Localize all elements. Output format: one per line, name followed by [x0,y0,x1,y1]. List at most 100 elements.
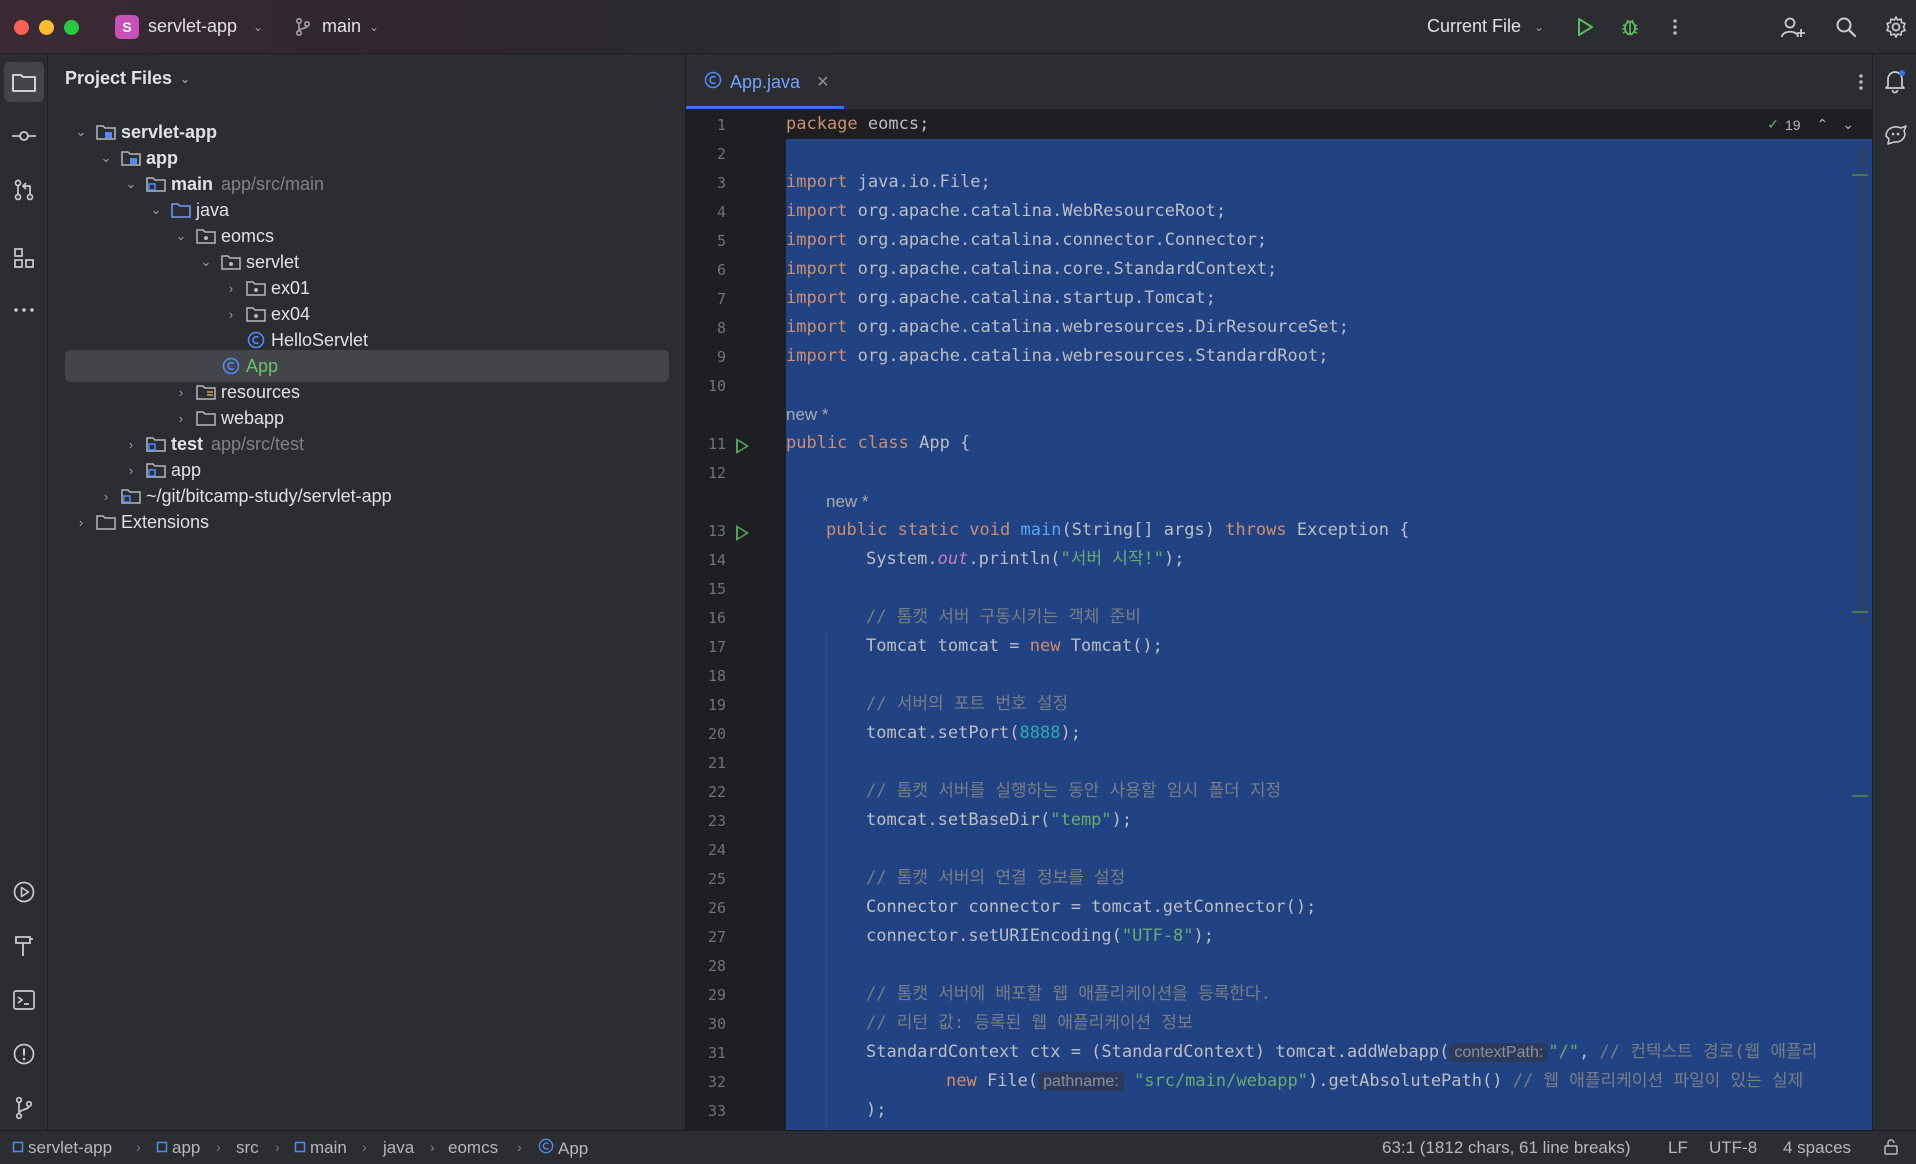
gear-icon[interactable] [1881,12,1911,42]
chevron-down-icon[interactable]: ⌄ [172,228,190,244]
project-folder-icon[interactable] [4,62,44,102]
more-tools-icon[interactable] [4,290,44,330]
run-gutter-icon[interactable] [736,525,749,541]
breadcrumb-main[interactable]: main [294,1138,347,1158]
add-user-icon[interactable] [1778,12,1808,42]
close-window-button[interactable] [14,20,29,35]
project-selector[interactable]: servlet-app [148,16,237,37]
line-number: 29 [707,986,726,1004]
run-gutter-icon[interactable] [736,438,749,454]
chevron-right-icon[interactable]: › [222,307,240,322]
notifications-bell-icon[interactable] [1883,68,1907,99]
close-icon[interactable]: ✕ [816,72,829,92]
chevron-down-icon[interactable]: ⌄ [253,20,263,34]
tree-item-label: ex04 [271,303,311,324]
run-icon[interactable] [1570,12,1600,42]
line-number: 31 [707,1044,726,1062]
branch-icon[interactable] [288,12,318,42]
caret-position[interactable]: 63:1 (1812 chars, 61 line breaks) [1382,1138,1631,1158]
pull-requests-icon[interactable] [4,170,44,210]
terminal-icon[interactable] [4,980,44,1020]
chevron-down-icon: ⌄ [180,71,191,86]
chevron-right-icon[interactable]: › [97,489,115,504]
code-comment: // 리턴 값: 등록된 웹 애플리케이션 정보 [866,1013,1193,1033]
indent-setting[interactable]: 4 spaces [1783,1138,1851,1158]
breadcrumb-label: src [236,1138,259,1157]
code-comment: // 톰캣 서버 구동시키는 객체 준비 [866,607,1141,627]
breadcrumb-app-class[interactable]: App [538,1138,588,1159]
chevron-right-icon[interactable]: › [172,385,190,400]
project-badge[interactable]: S [115,15,139,39]
line-separator[interactable]: LF [1668,1138,1688,1158]
more-actions-icon[interactable] [1660,12,1690,42]
build-hammer-icon[interactable] [4,926,44,966]
line-number: 21 [707,754,726,772]
line-number: 30 [707,1015,726,1033]
code-line: Tomcat tomcat = new Tomcat(); [866,636,1163,656]
chevron-right-icon[interactable]: › [72,515,90,530]
breadcrumb-java[interactable]: java [383,1138,414,1158]
line-gutter[interactable]: 1 2 3 4 5 6 7 8 9 10 11 12 13 14 15 16 1… [686,110,786,1130]
tree-item-path-hint: app/src/main [221,173,325,194]
chevron-right-icon[interactable]: › [172,411,190,426]
editor-options-icon[interactable] [1858,72,1864,97]
chevron-down-icon[interactable]: ⌄ [197,254,215,270]
debug-icon[interactable] [1615,12,1645,42]
line-number: 9 [716,348,726,366]
code-editor[interactable]: package eomcs; import java.io.File; impo… [786,110,1872,1130]
chevron-down-icon[interactable]: ⌄ [147,202,165,218]
services-icon[interactable] [4,872,44,912]
code-line: System.out.println("서버 시작!"); [866,549,1185,569]
run-config-selector[interactable]: Current File [1427,16,1521,37]
folder-icon [196,409,216,427]
author-hint[interactable]: new * [826,487,869,516]
chevron-up-icon[interactable]: ⌃ [1817,116,1829,133]
problems-icon[interactable] [4,1034,44,1074]
line-number: 16 [707,609,726,627]
breadcrumb-app[interactable]: app [156,1138,200,1158]
code-line: new File(pathname: "src/main/webapp").ge… [946,1071,1804,1091]
author-hint[interactable]: new * [786,400,829,429]
active-tab-indicator [686,106,844,109]
line-number: 20 [707,725,726,743]
package-icon [246,305,266,323]
line-number: 26 [707,899,726,917]
chevron-down-icon[interactable]: ⌄ [97,150,115,166]
breadcrumb-eomcs[interactable]: eomcs [448,1138,498,1158]
zoom-window-button[interactable] [64,20,79,35]
tree-item-extensions[interactable]: › Extensions [65,506,669,538]
minimize-window-button[interactable] [39,20,54,35]
code-line: package eomcs; [786,114,930,134]
file-encoding[interactable]: UTF-8 [1709,1138,1757,1158]
chevron-right-icon[interactable]: › [122,437,140,452]
tab-app-java[interactable]: App.java ✕ [686,54,844,110]
parameter-hint: contextPath: [1449,1043,1549,1062]
breadcrumb-label: App [558,1138,589,1158]
chevron-down-icon[interactable]: ⌄ [1842,116,1854,133]
chevron-down-icon[interactable]: ⌄ [122,176,140,192]
ai-assistant-icon[interactable] [1883,122,1909,151]
breadcrumb-src[interactable]: src [236,1138,259,1158]
line-number: 15 [707,580,726,598]
tree-item-label: java [196,199,230,220]
chevron-right-icon[interactable]: › [122,463,140,478]
project-panel-title: Project Files [65,68,173,88]
chevron-down-icon[interactable]: ⌄ [1534,20,1544,34]
commit-icon[interactable] [4,116,44,156]
chevron-right-icon[interactable]: › [222,281,240,296]
line-number: 3 [716,174,726,192]
branch-selector[interactable]: main [322,16,361,37]
code-line: connector.setURIEncoding("UTF-8"); [866,926,1215,946]
lock-icon[interactable] [1882,1138,1900,1161]
code-comment: // 톰캣 서버를 실행하는 동안 사용할 임시 폴더 지정 [866,781,1282,801]
breadcrumb-project[interactable]: servlet-app [12,1138,112,1158]
chevron-down-icon[interactable]: ⌄ [72,124,90,140]
chevron-down-icon[interactable]: ⌄ [369,20,379,34]
structure-icon[interactable] [4,238,44,278]
git-icon[interactable] [4,1088,44,1128]
search-icon[interactable] [1831,12,1861,42]
inspection-widget[interactable]: ✓ 19 ⌃ ⌄ [1767,116,1854,133]
project-view-selector[interactable]: Project Files ⌄ [65,68,190,89]
vertical-scrollbar[interactable] [1858,146,1866,626]
module-icon [294,1138,306,1158]
